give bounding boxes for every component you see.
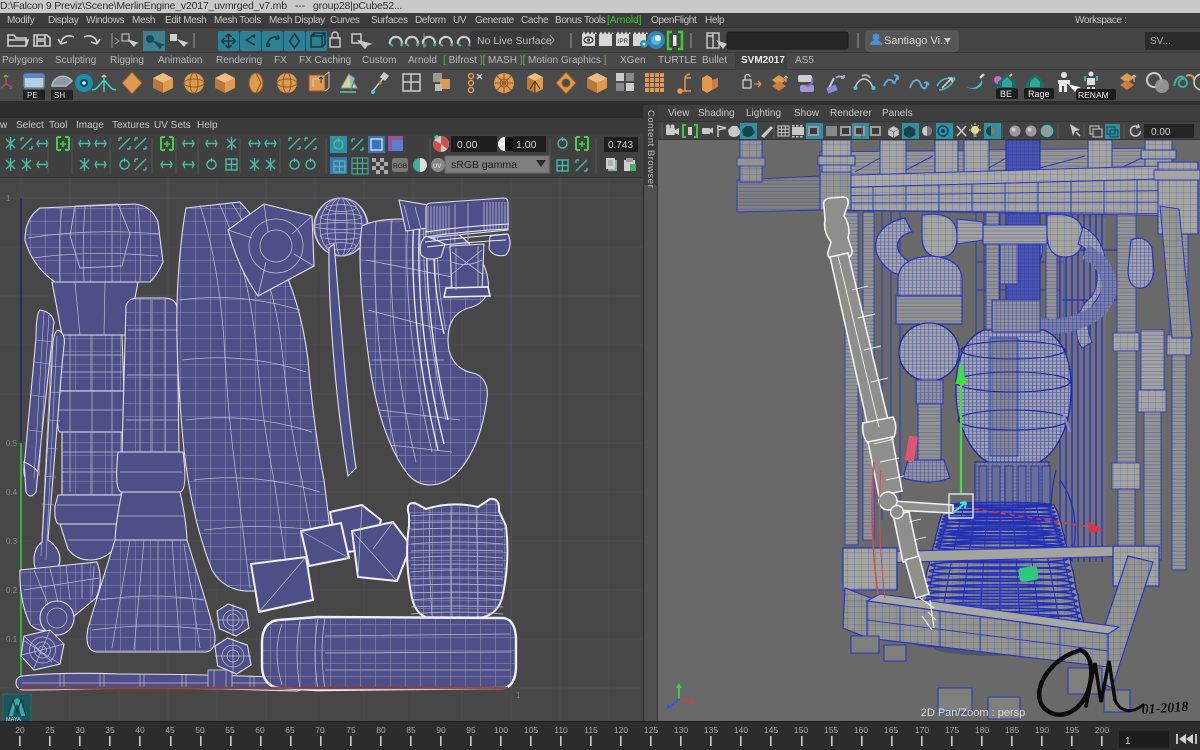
svg-text:170: 170 bbox=[915, 725, 929, 735]
svg-text:65: 65 bbox=[285, 725, 295, 735]
svg-text:0.5: 0.5 bbox=[6, 439, 18, 448]
svg-text:165: 165 bbox=[884, 725, 898, 735]
svg-text:190: 190 bbox=[1035, 725, 1049, 735]
svg-text:UV: UV bbox=[433, 164, 441, 170]
svg-text:Santiago Vi...: Santiago Vi... bbox=[884, 35, 949, 47]
svg-text:110: 110 bbox=[554, 725, 568, 735]
svg-text:185: 185 bbox=[1005, 725, 1019, 735]
svg-text:25: 25 bbox=[45, 725, 55, 735]
svg-text:sRGB gamma: sRGB gamma bbox=[451, 159, 517, 171]
svg-text:0.1: 0.1 bbox=[6, 635, 18, 644]
svg-text:0.00: 0.00 bbox=[457, 139, 478, 151]
svg-text:30: 30 bbox=[75, 725, 85, 735]
svg-text:95: 95 bbox=[466, 725, 476, 735]
svg-text:1: 1 bbox=[516, 691, 521, 700]
svg-text:0.743: 0.743 bbox=[608, 140, 633, 151]
svg-text:180: 180 bbox=[975, 725, 989, 735]
svg-text:55: 55 bbox=[225, 725, 235, 735]
svg-text:195: 195 bbox=[1065, 725, 1079, 735]
svg-text:RENAM: RENAM bbox=[1078, 90, 1109, 100]
svg-text:IPR: IPR bbox=[618, 39, 629, 45]
svg-text:160: 160 bbox=[854, 725, 868, 735]
svg-text:90: 90 bbox=[436, 725, 446, 735]
svg-text:130: 130 bbox=[674, 725, 688, 735]
svg-text:2D Pan/Zoom : persp: 2D Pan/Zoom : persp bbox=[921, 707, 1026, 719]
svg-text:40: 40 bbox=[135, 725, 145, 735]
svg-text:0.00: 0.00 bbox=[1151, 127, 1171, 138]
svg-text:150: 150 bbox=[794, 725, 808, 735]
svg-text:120: 120 bbox=[614, 725, 628, 735]
svg-text:50: 50 bbox=[195, 725, 205, 735]
svg-text:140: 140 bbox=[734, 725, 748, 735]
svg-text:20: 20 bbox=[15, 725, 25, 735]
svg-text:145: 145 bbox=[764, 725, 778, 735]
svg-text:100: 100 bbox=[494, 725, 508, 735]
svg-text:0.3: 0.3 bbox=[6, 537, 18, 546]
svg-text:125: 125 bbox=[644, 725, 658, 735]
svg-text:1: 1 bbox=[6, 194, 11, 203]
svg-text:SH: SH bbox=[54, 91, 65, 100]
svg-text:RGB: RGB bbox=[393, 163, 407, 170]
svg-text:1: 1 bbox=[1125, 736, 1131, 747]
svg-text:75: 75 bbox=[346, 725, 356, 735]
svg-text:60: 60 bbox=[255, 725, 265, 735]
svg-text:0.4: 0.4 bbox=[6, 488, 18, 497]
svg-text:115: 115 bbox=[584, 725, 598, 735]
svg-text:105: 105 bbox=[524, 725, 538, 735]
svg-text:1.00: 1.00 bbox=[516, 139, 537, 151]
svg-text:0.2: 0.2 bbox=[6, 586, 18, 595]
svg-text:BE: BE bbox=[1000, 89, 1012, 99]
svg-text:Rage: Rage bbox=[1028, 89, 1050, 99]
svg-text:135: 135 bbox=[704, 725, 718, 735]
svg-text:155: 155 bbox=[824, 725, 838, 735]
svg-text:70: 70 bbox=[315, 725, 325, 735]
svg-text:35: 35 bbox=[105, 725, 115, 735]
svg-text:No Live Surface: No Live Surface bbox=[477, 35, 552, 47]
svg-text:200: 200 bbox=[1095, 725, 1109, 735]
svg-text:85: 85 bbox=[406, 725, 416, 735]
svg-text:PE: PE bbox=[27, 91, 38, 100]
svg-text:45: 45 bbox=[165, 725, 175, 735]
svg-text:SV...: SV... bbox=[1150, 36, 1171, 47]
svg-text:80: 80 bbox=[376, 725, 386, 735]
svg-text:175: 175 bbox=[945, 725, 959, 735]
